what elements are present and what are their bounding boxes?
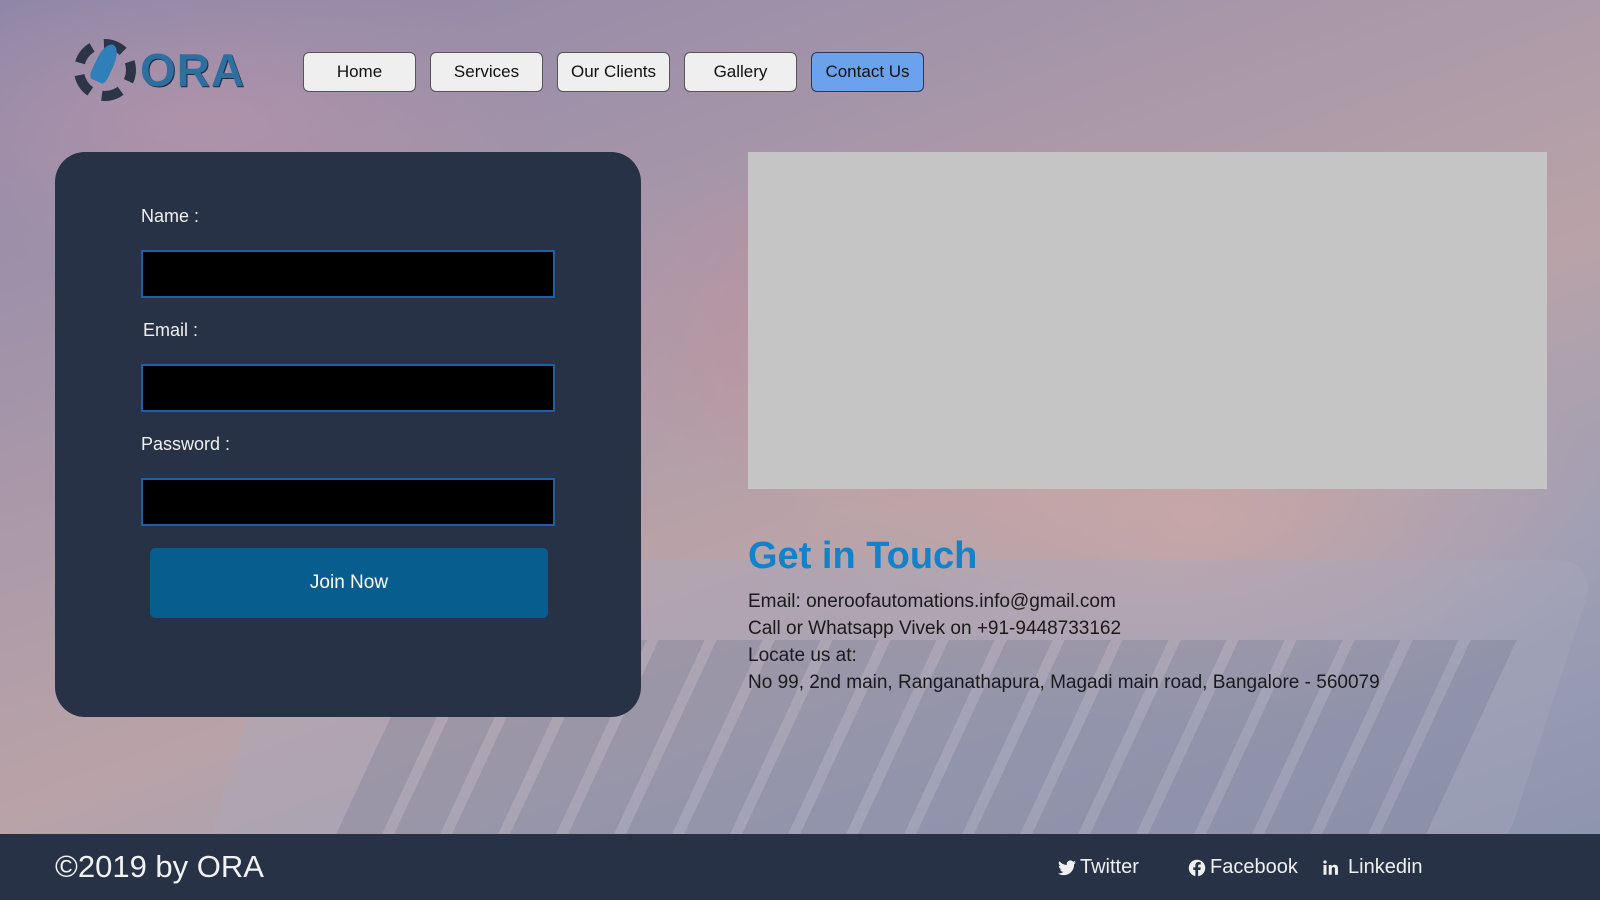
linkedin-label: Linkedin — [1348, 856, 1423, 878]
contact-email: Email: oneroofautomations.info@gmail.com — [748, 591, 1116, 612]
email-input[interactable] — [141, 364, 555, 412]
twitter-icon — [1058, 859, 1076, 875]
name-input[interactable] — [141, 250, 555, 298]
contact-locate-label: Locate us at: — [748, 645, 857, 666]
contact-title: Get in Touch — [748, 535, 978, 577]
twitter-link[interactable]: Twitter — [1058, 856, 1139, 879]
logo-text: ORA — [140, 44, 246, 96]
linkedin-link[interactable]: Linkedin — [1322, 856, 1423, 879]
name-label: Name : — [141, 206, 200, 226]
linkedin-icon — [1323, 859, 1338, 875]
contact-info: Get in Touch Email: oneroofautomations.i… — [748, 535, 1380, 696]
facebook-label: Facebook — [1210, 856, 1298, 878]
copyright-text: ©2019 by ORA — [55, 849, 264, 884]
nav-contact-us-button[interactable]: Contact Us — [811, 52, 924, 92]
logo[interactable]: ORA — [74, 34, 264, 106]
main-nav: Home Services Our Clients Gallery Contac… — [303, 52, 924, 92]
contact-phone: Call or Whatsapp Vivek on +91-9448733162 — [748, 618, 1122, 639]
nav-our-clients-button[interactable]: Our Clients — [557, 52, 670, 92]
password-label: Password : — [141, 434, 231, 454]
facebook-icon — [1188, 859, 1206, 877]
facebook-link[interactable]: Facebook — [1188, 856, 1298, 879]
password-input[interactable] — [141, 478, 555, 526]
twitter-label: Twitter — [1080, 856, 1139, 878]
join-now-button[interactable]: Join Now — [150, 548, 548, 618]
footer: ©2019 by ORA Twitter Facebook Linkedin — [0, 834, 1600, 900]
gear-rocket-icon — [74, 39, 136, 101]
contact-address: No 99, 2nd main, Ranganathapura, Magadi … — [748, 672, 1380, 693]
email-label: Email : — [143, 320, 199, 340]
signup-form-card: Name : Email : Password : Join Now — [55, 152, 641, 717]
nav-gallery-button[interactable]: Gallery — [684, 52, 797, 92]
map-placeholder[interactable] — [748, 152, 1547, 489]
nav-home-button[interactable]: Home — [303, 52, 416, 92]
nav-services-button[interactable]: Services — [430, 52, 543, 92]
